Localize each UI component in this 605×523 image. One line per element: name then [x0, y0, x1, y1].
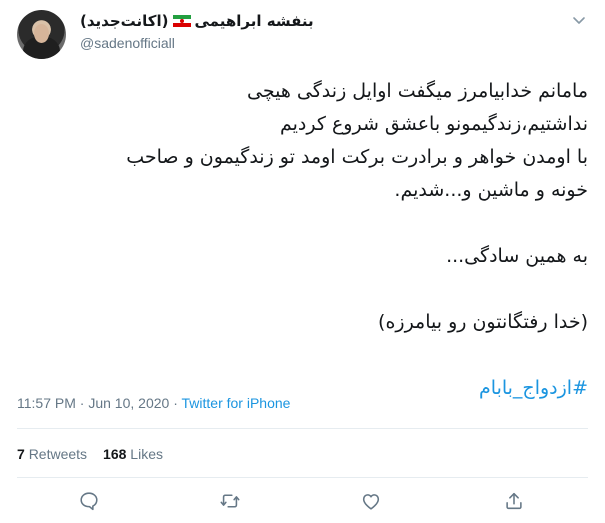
tweet-actions: [0, 490, 605, 516]
tweet-line: با اومدن خواهر و برادرت برکت اومد تو زند…: [126, 146, 588, 168]
divider: [17, 477, 588, 478]
avatar[interactable]: [17, 10, 66, 59]
tweet-line: (خدا رفتگانتون رو بیامرزه): [378, 311, 588, 333]
retweets-stat[interactable]: 7 Retweets: [17, 446, 87, 462]
likes-count: 168: [103, 446, 127, 462]
meta-separator: ·: [75, 395, 89, 411]
share-icon[interactable]: [503, 490, 525, 512]
iran-flag-icon: [172, 15, 191, 27]
tweet-time[interactable]: 11:57 PM: [17, 395, 76, 411]
like-icon[interactable]: [360, 490, 382, 512]
display-name-suffix[interactable]: (اکانت‌جدید): [80, 12, 169, 30]
display-name-row[interactable]: بنفشه ابراهیمی (اکانت‌جدید): [80, 12, 314, 30]
tweet-source-link[interactable]: Twitter for iPhone: [182, 395, 291, 411]
retweets-label: Retweets: [28, 446, 88, 462]
tweet-date[interactable]: Jun 10, 2020: [88, 395, 169, 411]
reply-icon[interactable]: [78, 490, 100, 512]
user-handle[interactable]: @sadenofficiall: [80, 35, 175, 51]
tweet-line: به همین سادگی...: [446, 245, 588, 267]
retweets-count: 7: [17, 446, 25, 462]
display-name[interactable]: بنفشه ابراهیمی: [195, 12, 314, 30]
divider: [17, 428, 588, 429]
tweet-header: بنفشه ابراهیمی (اکانت‌جدید) @sadenoffici…: [0, 0, 605, 70]
tweet-meta: 11:57 PM · Jun 10, 2020 · Twitter for iP…: [17, 395, 290, 411]
likes-stat[interactable]: 168 Likes: [103, 446, 163, 462]
tweet-line: خونه و ماشین و...شدیم.: [394, 179, 588, 201]
tweet-line: مامانم خدابیامرز میگفت اوایل زندگی هیچی: [247, 80, 588, 102]
tweet-stats: 7 Retweets 168 Likes: [17, 446, 163, 462]
likes-label: Likes: [130, 446, 163, 462]
avatar-face: [34, 24, 49, 43]
chevron-down-icon[interactable]: [571, 12, 587, 28]
retweet-icon[interactable]: [219, 490, 241, 512]
meta-separator: ·: [169, 395, 182, 411]
hashtag-link[interactable]: #ازدواج_بابام: [479, 377, 588, 399]
tweet-text: مامانم خدابیامرز میگفت اوایل زندگی هیچی …: [14, 75, 588, 405]
tweet-line: نداشتیم،زندگیمونو باعشق شروع کردیم: [280, 113, 588, 135]
